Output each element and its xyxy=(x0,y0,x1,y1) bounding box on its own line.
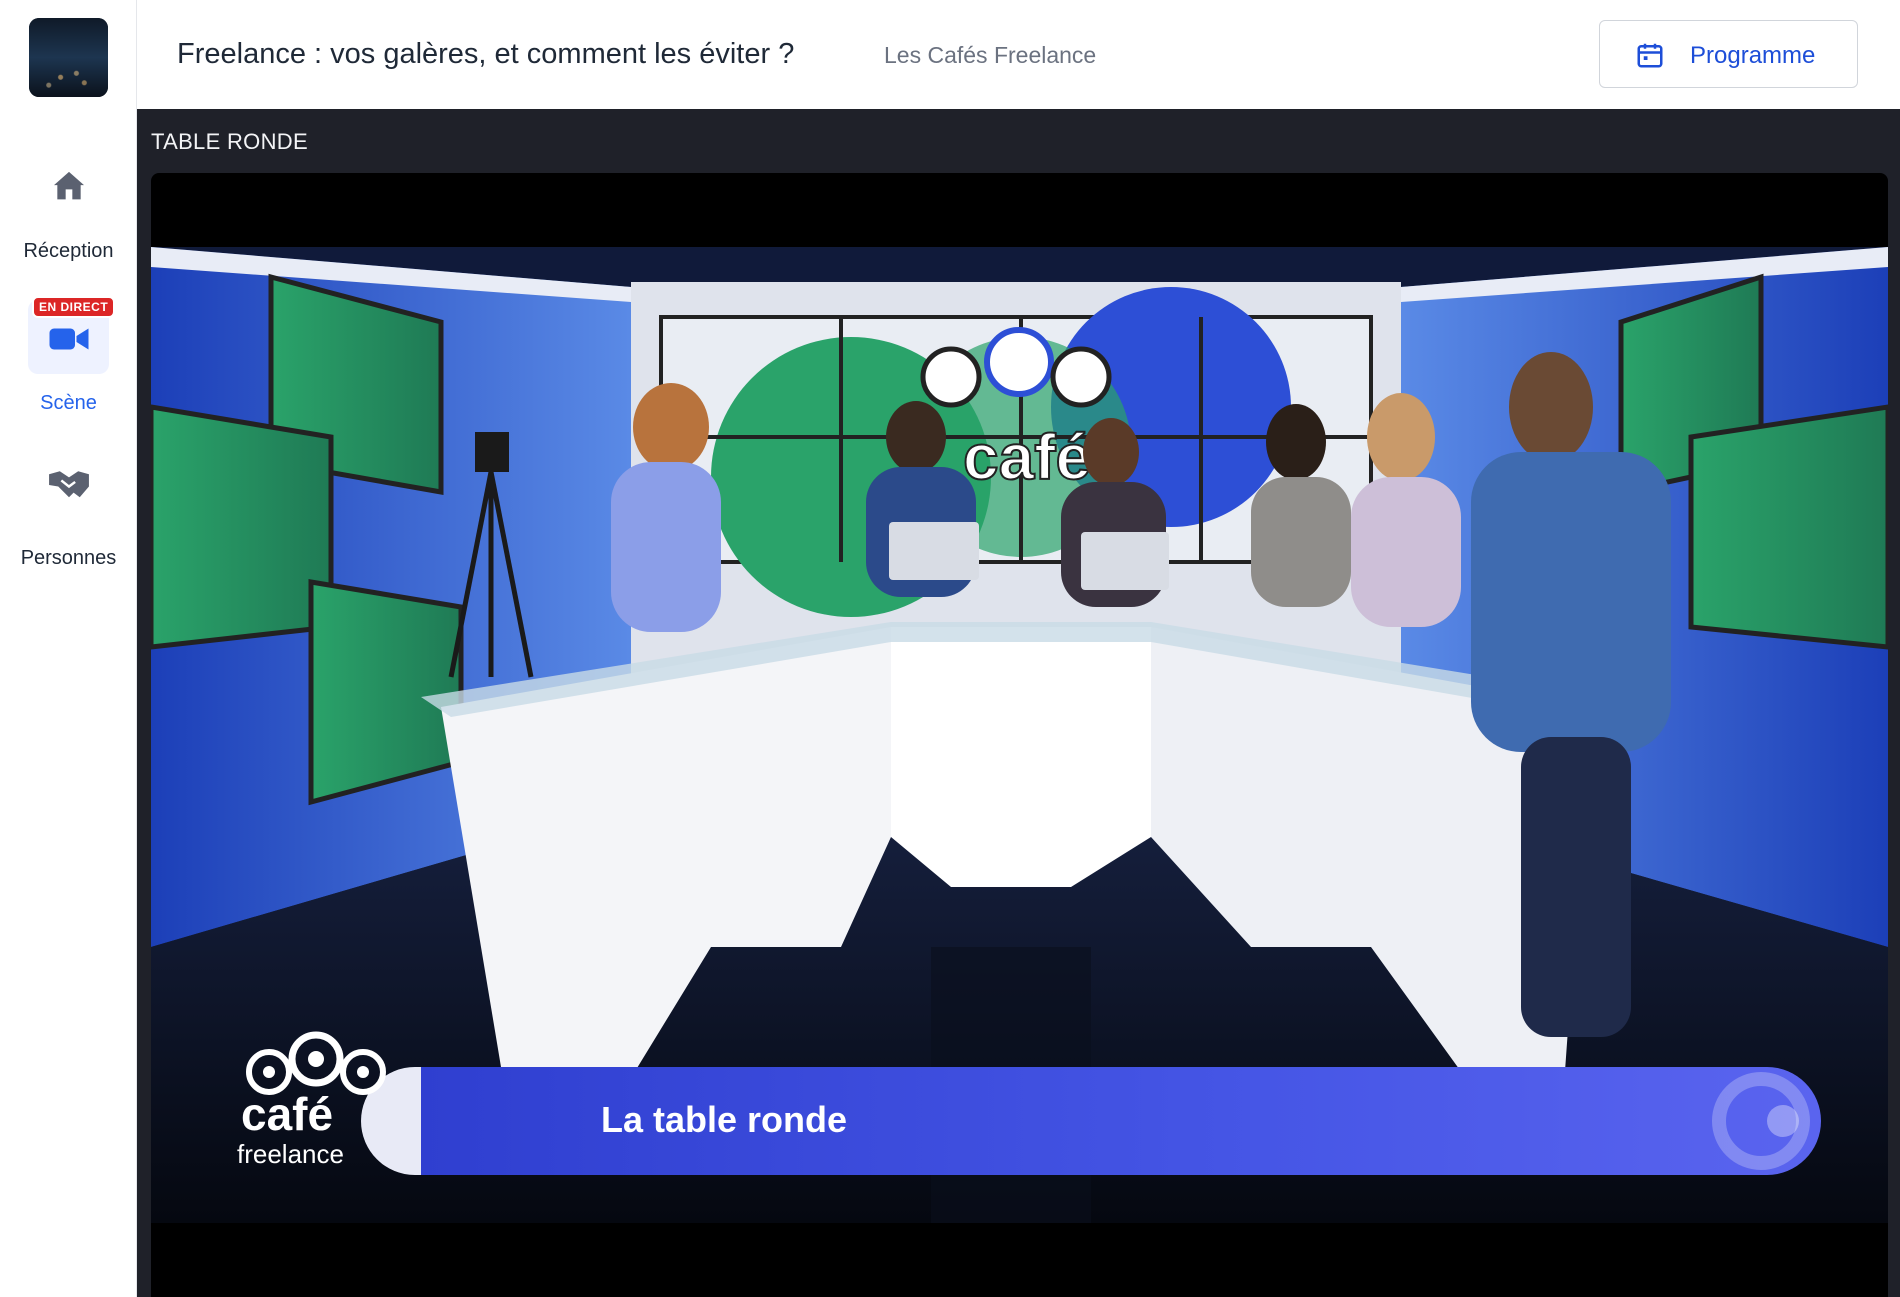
video-frame[interactable]: café La table ronde café freelance xyxy=(151,247,1888,1223)
lower-third-banner: La table ronde xyxy=(421,1067,1821,1175)
video-camera-icon xyxy=(49,328,88,350)
stage-section-title: TABLE RONDE xyxy=(151,129,308,154)
sidebar-item-personnes[interactable]: Personnes xyxy=(0,465,137,575)
organizer-name[interactable]: Les Cafés Freelance xyxy=(884,42,1096,69)
program-button-label: Programme xyxy=(1690,42,1816,69)
backdrop-logo-text: café xyxy=(963,421,1091,493)
live-badge: EN DIRECT xyxy=(32,296,116,318)
logo-text-freelance: freelance xyxy=(237,1139,344,1169)
lower-third-ring-icon xyxy=(1712,1072,1810,1170)
sidebar-item-label: Scène xyxy=(40,392,97,414)
sidebar-item-scene[interactable]: Scène xyxy=(0,300,137,420)
sidebar-item-label: Personnes xyxy=(20,547,117,569)
home-icon xyxy=(53,171,84,200)
logo-text-cafe: café xyxy=(241,1088,334,1140)
cafe-freelance-logo: café freelance xyxy=(221,1017,411,1187)
page-title: Freelance : vos galères, et comment les … xyxy=(177,38,795,70)
event-logo[interactable] xyxy=(29,18,108,97)
lower-third-text: La table ronde xyxy=(601,1099,848,1140)
header: Freelance : vos galères, et comment les … xyxy=(137,0,1900,109)
stage-area: TABLE RONDE café La table ronde café fre… xyxy=(137,109,1900,1297)
handshake-icon xyxy=(48,471,89,498)
sidebar-item-reception[interactable]: Réception xyxy=(0,160,137,270)
calendar-icon xyxy=(1637,43,1663,68)
sidebar: Réception Scène EN DIRECT Personnes xyxy=(0,0,137,1297)
video-player[interactable]: café La table ronde café freelance xyxy=(151,173,1888,1297)
program-button[interactable]: Programme xyxy=(1599,20,1858,88)
sidebar-item-label: Réception xyxy=(23,240,114,262)
